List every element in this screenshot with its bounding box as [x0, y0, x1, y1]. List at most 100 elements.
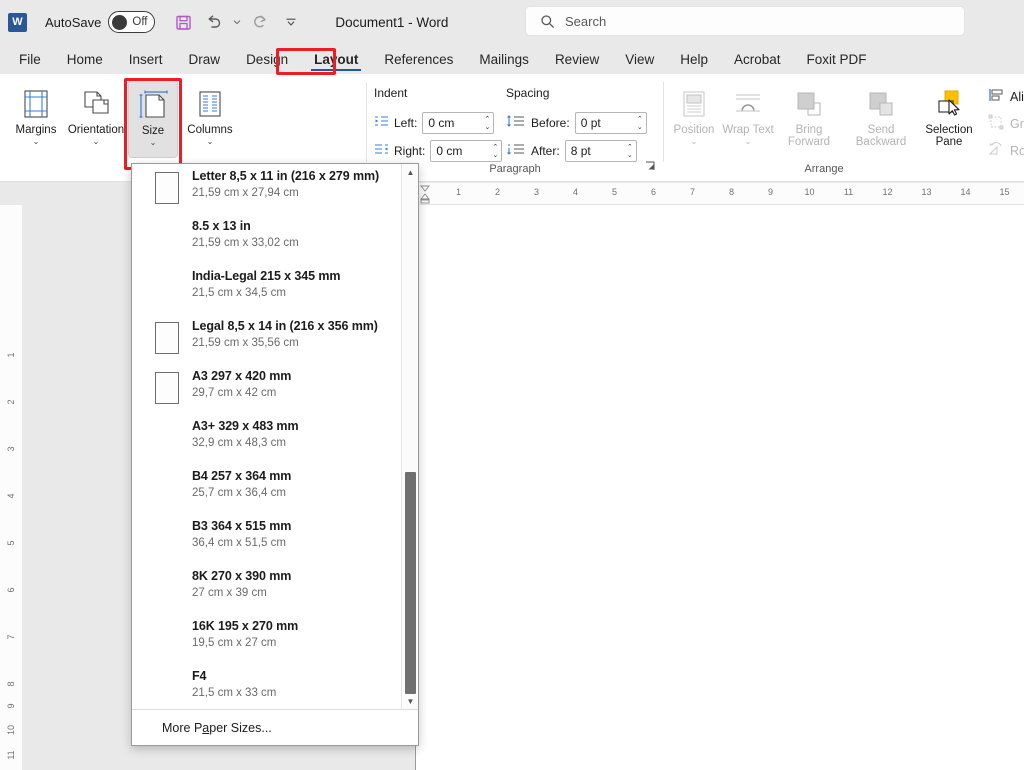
- undo-dropdown-icon[interactable]: [231, 8, 243, 36]
- size-button[interactable]: Size ⌄: [128, 80, 178, 158]
- tab-review[interactable]: Review: [546, 49, 608, 70]
- indent-right-input[interactable]: 0 cm ⌃⌄: [430, 140, 502, 162]
- indent-left-icon: [374, 114, 389, 133]
- position-button[interactable]: Position ⌄: [664, 80, 724, 158]
- list-item[interactable]: A3+ 329 x 483 mm 32,9 cm x 48,3 cm: [132, 414, 403, 464]
- hruler-tick: 15: [985, 187, 1024, 197]
- group-label: Group: [1010, 117, 1024, 131]
- indent-right-icon: [374, 142, 389, 161]
- paper-size-dims: 32,9 cm x 48,3 cm: [192, 437, 403, 449]
- spacing-label: Spacing: [506, 86, 549, 100]
- dropdown-scrollbar[interactable]: ▲ ▼: [401, 164, 418, 710]
- tab-help[interactable]: Help: [671, 49, 717, 70]
- save-icon[interactable]: [169, 8, 197, 36]
- tab-references[interactable]: References: [375, 49, 462, 70]
- list-item[interactable]: India-Legal 215 x 345 mm 21,5 cm x 34,5 …: [132, 264, 403, 314]
- tab-layout[interactable]: Layout: [305, 49, 367, 70]
- indent-left-row: Left: 0 cm ⌃⌄: [374, 112, 494, 134]
- margins-label: Margins: [16, 124, 57, 136]
- paper-size-name: A3 297 x 420 mm: [192, 369, 403, 383]
- columns-button[interactable]: Columns ⌄: [180, 80, 240, 158]
- paper-size-name: 8K 270 x 390 mm: [192, 569, 403, 583]
- list-item[interactable]: 16K 195 x 270 mm 19,5 cm x 27 cm: [132, 614, 403, 664]
- list-item[interactable]: 8.5 x 13 in 21,59 cm x 33,02 cm: [132, 214, 403, 264]
- spacing-after-row: After: 8 pt ⌃⌄: [506, 140, 637, 162]
- paper-size-name: B3 364 x 515 mm: [192, 519, 403, 533]
- paper-size-dims: 21,59 cm x 27,94 cm: [192, 187, 403, 199]
- align-icon: [988, 87, 1004, 106]
- spacing-after-input[interactable]: 8 pt ⌃⌄: [565, 140, 637, 162]
- tab-draw[interactable]: Draw: [180, 49, 230, 70]
- tab-home[interactable]: Home: [58, 49, 112, 70]
- autosave-toggle[interactable]: Off: [108, 11, 155, 33]
- document-page[interactable]: [415, 205, 1024, 770]
- indent-right-stepper[interactable]: ⌃⌄: [492, 141, 498, 161]
- tab-design[interactable]: Design: [237, 49, 297, 70]
- ribbon-group-arrange: Position ⌄ Wrap Text ⌄ Bring Forward Sen…: [664, 74, 1024, 178]
- title-bar: W AutoSave Off Document1 - Word Search: [0, 0, 1024, 44]
- paper-size-dropdown-menu[interactable]: Letter 8,5 x 11 in (216 x 279 mm) 21,59 …: [131, 163, 419, 746]
- more-paper-sizes-button[interactable]: More Paper Sizes...: [132, 709, 418, 745]
- rotate-icon: [988, 141, 1004, 160]
- list-item[interactable]: Legal 8,5 x 14 in (216 x 356 mm) 21,59 c…: [132, 314, 403, 364]
- spacing-before-label: Before:: [531, 116, 570, 130]
- redo-icon[interactable]: [246, 8, 274, 36]
- wrap-text-chevron-down-icon: ⌄: [745, 137, 752, 146]
- columns-chevron-down-icon: ⌄: [207, 137, 214, 146]
- group-button[interactable]: Group ⌄: [984, 111, 1024, 136]
- scroll-down-arrow-icon[interactable]: ▼: [402, 693, 419, 710]
- tab-view[interactable]: View: [616, 49, 663, 70]
- paper-size-name: B4 257 x 364 mm: [192, 469, 403, 483]
- align-button[interactable]: Align ⌄: [984, 84, 1024, 109]
- tab-foxit-pdf[interactable]: Foxit PDF: [798, 49, 876, 70]
- rotate-button[interactable]: Rotate ⌄: [984, 138, 1024, 163]
- vruler-tick: 1: [6, 344, 16, 366]
- vertical-ruler[interactable]: 1 2 3 4 5 6 7 8 9 10 11: [0, 205, 22, 770]
- wrap-text-button[interactable]: Wrap Text ⌄: [718, 80, 778, 158]
- tab-file[interactable]: File: [10, 49, 50, 70]
- indent-right-label: Right:: [394, 144, 425, 158]
- send-backward-button[interactable]: Send Backward: [846, 80, 916, 158]
- orientation-label: Orientation: [68, 124, 124, 136]
- vruler-tick: 7: [6, 626, 16, 648]
- selection-pane-button[interactable]: Selection Pane: [918, 80, 980, 158]
- selection-pane-icon: [934, 86, 964, 122]
- search-input[interactable]: Search: [525, 6, 965, 36]
- hruler-tick: 7: [673, 187, 712, 197]
- paragraph-dialog-launcher-icon[interactable]: [645, 161, 656, 175]
- indent-label: Indent: [374, 86, 407, 100]
- tab-acrobat[interactable]: Acrobat: [725, 49, 790, 70]
- tab-insert[interactable]: Insert: [120, 49, 172, 70]
- ribbon-tab-strip: File Home Insert Draw Design Layout Refe…: [0, 44, 1024, 74]
- paper-size-dims: 19,5 cm x 27 cm: [192, 637, 403, 649]
- spacing-after-stepper[interactable]: ⌃⌄: [627, 141, 633, 161]
- spacing-before-stepper[interactable]: ⌃⌄: [637, 113, 643, 133]
- list-item[interactable]: 8K 270 x 390 mm 27 cm x 39 cm: [132, 564, 403, 614]
- list-item[interactable]: A3 297 x 420 mm 29,7 cm x 42 cm: [132, 364, 403, 414]
- hruler-tick: 6: [634, 187, 673, 197]
- scroll-up-arrow-icon[interactable]: ▲: [402, 164, 419, 181]
- page-thumbnail-icon: [155, 322, 179, 354]
- indent-left-stepper[interactable]: ⌃⌄: [484, 113, 490, 133]
- scrollbar-thumb[interactable]: [405, 472, 416, 694]
- undo-icon[interactable]: [200, 8, 228, 36]
- list-item[interactable]: B3 364 x 515 mm 36,4 cm x 51,5 cm: [132, 514, 403, 564]
- indent-markers-icon[interactable]: [419, 185, 430, 203]
- paper-size-list: Letter 8,5 x 11 in (216 x 279 mm) 21,59 …: [132, 164, 403, 710]
- list-item[interactable]: Letter 8,5 x 11 in (216 x 279 mm) 21,59 …: [132, 164, 403, 214]
- autosave-label: AutoSave: [45, 15, 101, 30]
- list-item[interactable]: F4 21,5 cm x 33 cm: [132, 664, 403, 710]
- list-item[interactable]: B4 257 x 364 mm 25,7 cm x 36,4 cm: [132, 464, 403, 514]
- paper-size-name: India-Legal 215 x 345 mm: [192, 269, 403, 283]
- orientation-button[interactable]: Orientation ⌄: [66, 80, 126, 158]
- customize-quick-access-toolbar-icon[interactable]: [277, 8, 305, 36]
- margins-button[interactable]: Margins ⌄: [6, 80, 66, 158]
- selection-pane-label: Selection Pane: [918, 124, 980, 148]
- spacing-before-input[interactable]: 0 pt ⌃⌄: [575, 112, 647, 134]
- tab-mailings[interactable]: Mailings: [470, 49, 538, 70]
- bring-forward-button[interactable]: Bring Forward: [774, 80, 844, 158]
- indent-left-input[interactable]: 0 cm ⌃⌄: [422, 112, 494, 134]
- horizontal-ruler[interactable]: 1 2 3 4 5 6 7 8 9 10 11 12 13 14 15: [415, 183, 1024, 205]
- indent-right-row: Right: 0 cm ⌃⌄: [374, 140, 502, 162]
- search-icon: [540, 14, 555, 29]
